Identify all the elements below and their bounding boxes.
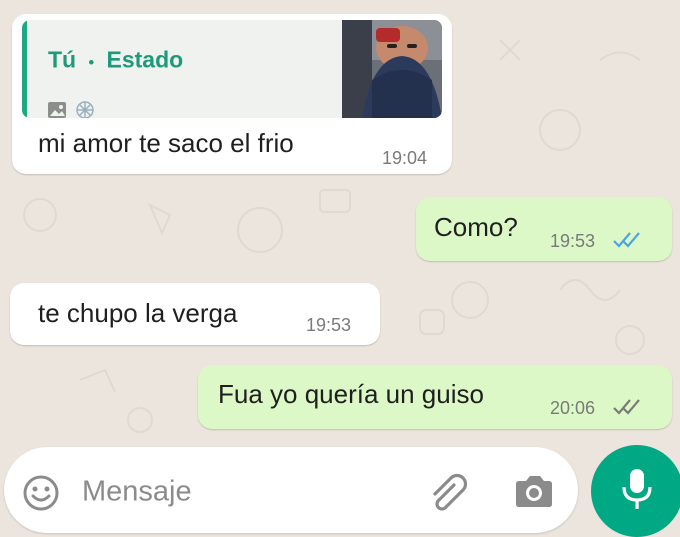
image-icon <box>48 102 66 118</box>
double-check-icon <box>613 232 640 248</box>
emoji-icon[interactable] <box>22 474 60 512</box>
double-check-icon <box>613 399 640 415</box>
message-time: 19:53 <box>550 231 596 251</box>
message-input[interactable]: Mensaje <box>82 476 192 509</box>
message-text: te chupo la verga <box>38 298 238 328</box>
message-text: Como? <box>434 212 518 242</box>
attach-icon[interactable] <box>425 468 475 516</box>
quote-author-name: Tú <box>48 46 77 73</box>
sticker-icon <box>76 101 94 118</box>
quote-media-icons <box>48 101 94 118</box>
voice-message-button[interactable] <box>591 445 680 537</box>
quote-author: Tú • Estado <box>48 47 183 74</box>
quote-accent-bar <box>22 20 27 118</box>
quote-label: Estado <box>106 46 184 73</box>
message-time: 19:53 <box>306 315 352 335</box>
quoted-status[interactable]: Tú • Estado <box>22 20 442 118</box>
status-thumbnail[interactable] <box>342 20 442 118</box>
message-text: Fua yo quería un guiso <box>218 379 484 409</box>
message-bubble-outgoing[interactable]: Fua yo quería un guiso 20:06 <box>198 365 672 429</box>
message-bubble-incoming[interactable]: Tú • Estado mi amor te saco el frio 19:0… <box>12 14 452 174</box>
message-bubble-outgoing[interactable]: Como? 19:53 <box>416 197 672 261</box>
message-time: 20:06 <box>550 398 596 418</box>
camera-icon[interactable] <box>512 472 556 512</box>
quote-separator: • <box>88 54 95 72</box>
message-bubble-incoming[interactable]: te chupo la verga 19:53 <box>10 283 380 345</box>
message-time: 19:04 <box>382 148 428 168</box>
mic-icon <box>622 469 652 509</box>
message-text: mi amor te saco el frio <box>38 128 294 158</box>
